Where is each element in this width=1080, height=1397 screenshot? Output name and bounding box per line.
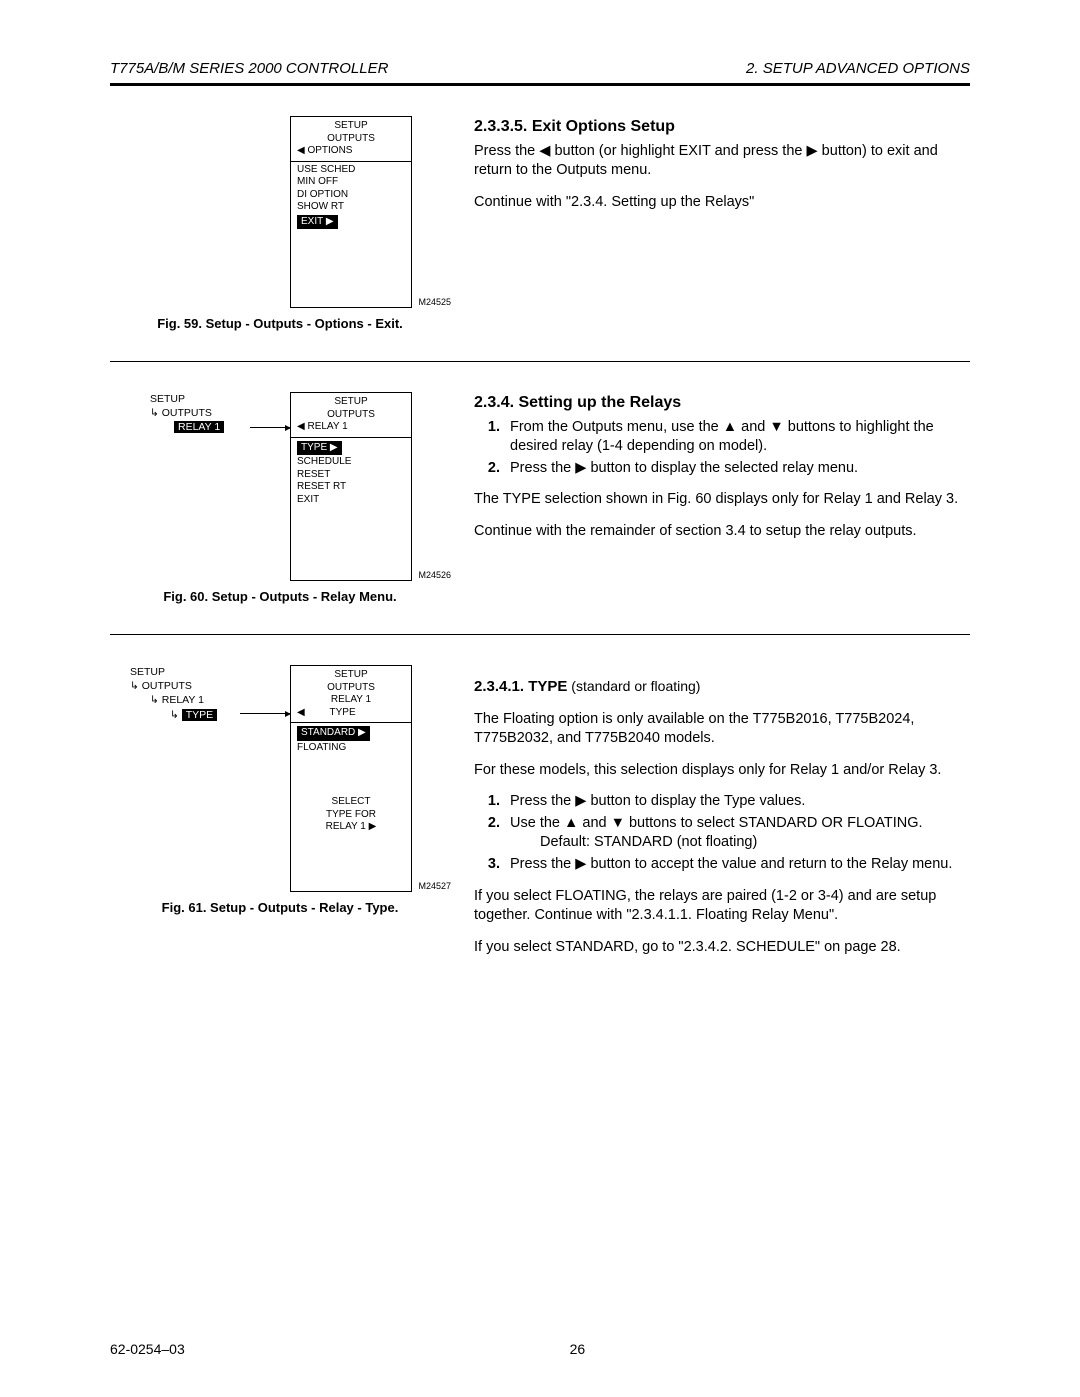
tree-item: ↳ TYPE [170,708,217,722]
header-right: 2. SETUP ADVANCED OPTIONS [746,60,970,77]
lcd-item: EXIT [297,494,405,507]
header-rule [110,83,970,86]
lcd-item-highlight: EXIT ▶ [297,215,338,230]
lcd-item: DI OPTION [297,189,405,202]
down-arrow-icon: ▼ [769,419,783,435]
tree-item: ↳ OUTPUTS [130,679,217,693]
right-arrow-icon: ▶ [575,460,586,476]
lcd-fig60: SETUP OUTPUTS ◀ RELAY 1 TYPE ▶ SCHEDULE … [290,392,412,581]
figure-caption: Fig. 59. Setup - Outputs - Options - Exi… [110,316,450,331]
lcd-head-line: ◀ RELAY 1 [297,421,405,434]
list-item: Use the ▲ and ▼ buttons to select STANDA… [504,814,970,853]
up-arrow-icon: ▲ [564,815,578,831]
body-text: If you select STANDARD, go to "2.3.4.2. … [474,938,970,958]
lcd-item: SCHEDULE [297,456,405,469]
body-text: For these models, this selection display… [474,761,970,781]
lcd-item: USE SCHED [297,164,405,177]
tree-item: SETUP [130,665,217,679]
numbered-list: Press the ▶ button to display the Type v… [474,792,970,874]
arrow-icon [250,427,290,428]
body-text: Continue with "2.3.4. Setting up the Rel… [474,193,970,213]
figure-id: M24526 [418,570,451,580]
lcd-item: FLOATING [297,742,405,755]
lcd-item-highlight: TYPE ▶ [297,441,342,456]
lcd-head-line: SETUP [297,120,405,133]
section-heading: 2.3.4. Setting up the Relays [474,392,970,414]
tree-item: ↳ OUTPUTS [150,406,224,420]
right-arrow-icon: ▶ [575,793,586,809]
section-exit-options: SETUP OUTPUTS ◀ OPTIONS USE SCHED MIN OF… [110,116,970,331]
figure-id: M24527 [418,881,451,891]
lcd-head-line: SETUP [297,669,405,682]
body-text: If you select FLOATING, the relays are p… [474,887,970,926]
numbered-list: From the Outputs menu, use the ▲ and ▼ b… [474,418,970,479]
list-item: Press the ▶ button to display the Type v… [504,792,970,812]
arrow-icon [240,713,290,714]
doc-number: 62-0254–03 [110,1341,185,1357]
page-footer: 62-0254–03 26 [110,1341,970,1357]
lcd-head-line: OUTPUTS [297,682,405,695]
lcd-item-highlight: STANDARD ▶ [297,726,370,741]
default-note: Default: STANDARD (not floating) [540,833,970,853]
menu-tree: SETUP ↳ OUTPUTS RELAY 1 [150,392,224,435]
body-text: Press the ◀ button (or highlight EXIT an… [474,142,970,181]
tree-item: RELAY 1 [174,420,224,434]
figure-caption: Fig. 60. Setup - Outputs - Relay Menu. [110,589,450,604]
left-arrow-icon: ◀ [539,143,550,159]
section-setting-relays: SETUP ↳ OUTPUTS RELAY 1 SETUP OUTPUTS ◀ … [110,392,970,604]
list-item: From the Outputs menu, use the ▲ and ▼ b… [504,418,970,457]
body-text: The TYPE selection shown in Fig. 60 disp… [474,490,970,510]
section-divider [110,634,970,635]
body-text: Continue with the remainder of section 3… [474,522,970,542]
figure-id: M24525 [418,297,451,307]
lcd-item: RESET [297,469,405,482]
tree-item: ↳ RELAY 1 [150,693,217,707]
lcd-item: MIN OFF [297,176,405,189]
lcd-head-line: ◀ TYPE [297,707,405,720]
lcd-head-line: OUTPUTS [297,133,405,146]
section-type: SETUP ↳ OUTPUTS ↳ RELAY 1 ↳ TYPE SETUP O… [110,665,970,969]
section-divider [110,361,970,362]
up-arrow-icon: ▲ [723,419,737,435]
header-left: T775A/B/M SERIES 2000 CONTROLLER [110,60,388,77]
lcd-head-line: SETUP [297,396,405,409]
lcd-head-line: ◀ OPTIONS [297,145,405,158]
lcd-head-line: OUTPUTS [297,409,405,422]
tree-item: SETUP [150,392,224,406]
lcd-foot-line: TYPE FOR [297,809,405,822]
body-text: The Floating option is only available on… [474,710,970,749]
figure-caption: Fig. 61. Setup - Outputs - Relay - Type. [110,900,450,915]
lcd-foot-line: SELECT [297,796,405,809]
down-arrow-icon: ▼ [611,815,625,831]
page-header: T775A/B/M SERIES 2000 CONTROLLER 2. SETU… [110,60,970,77]
lcd-fig61: SETUP OUTPUTS RELAY 1 ◀ TYPE STANDARD ▶ … [290,665,412,892]
lcd-head-line: RELAY 1 [297,694,405,707]
list-item: Press the ▶ button to display the select… [504,459,970,479]
lcd-item: SHOW RT [297,201,405,214]
menu-tree: SETUP ↳ OUTPUTS ↳ RELAY 1 ↳ TYPE [130,665,217,722]
lcd-item: RESET RT [297,481,405,494]
right-arrow-icon: ▶ [575,856,586,872]
section-heading: 2.3.3.5. Exit Options Setup [474,116,970,138]
list-item: Press the ▶ button to accept the value a… [504,855,970,875]
lcd-foot-line: RELAY 1 ▶ [297,821,405,834]
right-arrow-icon: ▶ [807,143,818,159]
page-number: 26 [570,1341,586,1357]
lcd-fig59: SETUP OUTPUTS ◀ OPTIONS USE SCHED MIN OF… [290,116,412,308]
